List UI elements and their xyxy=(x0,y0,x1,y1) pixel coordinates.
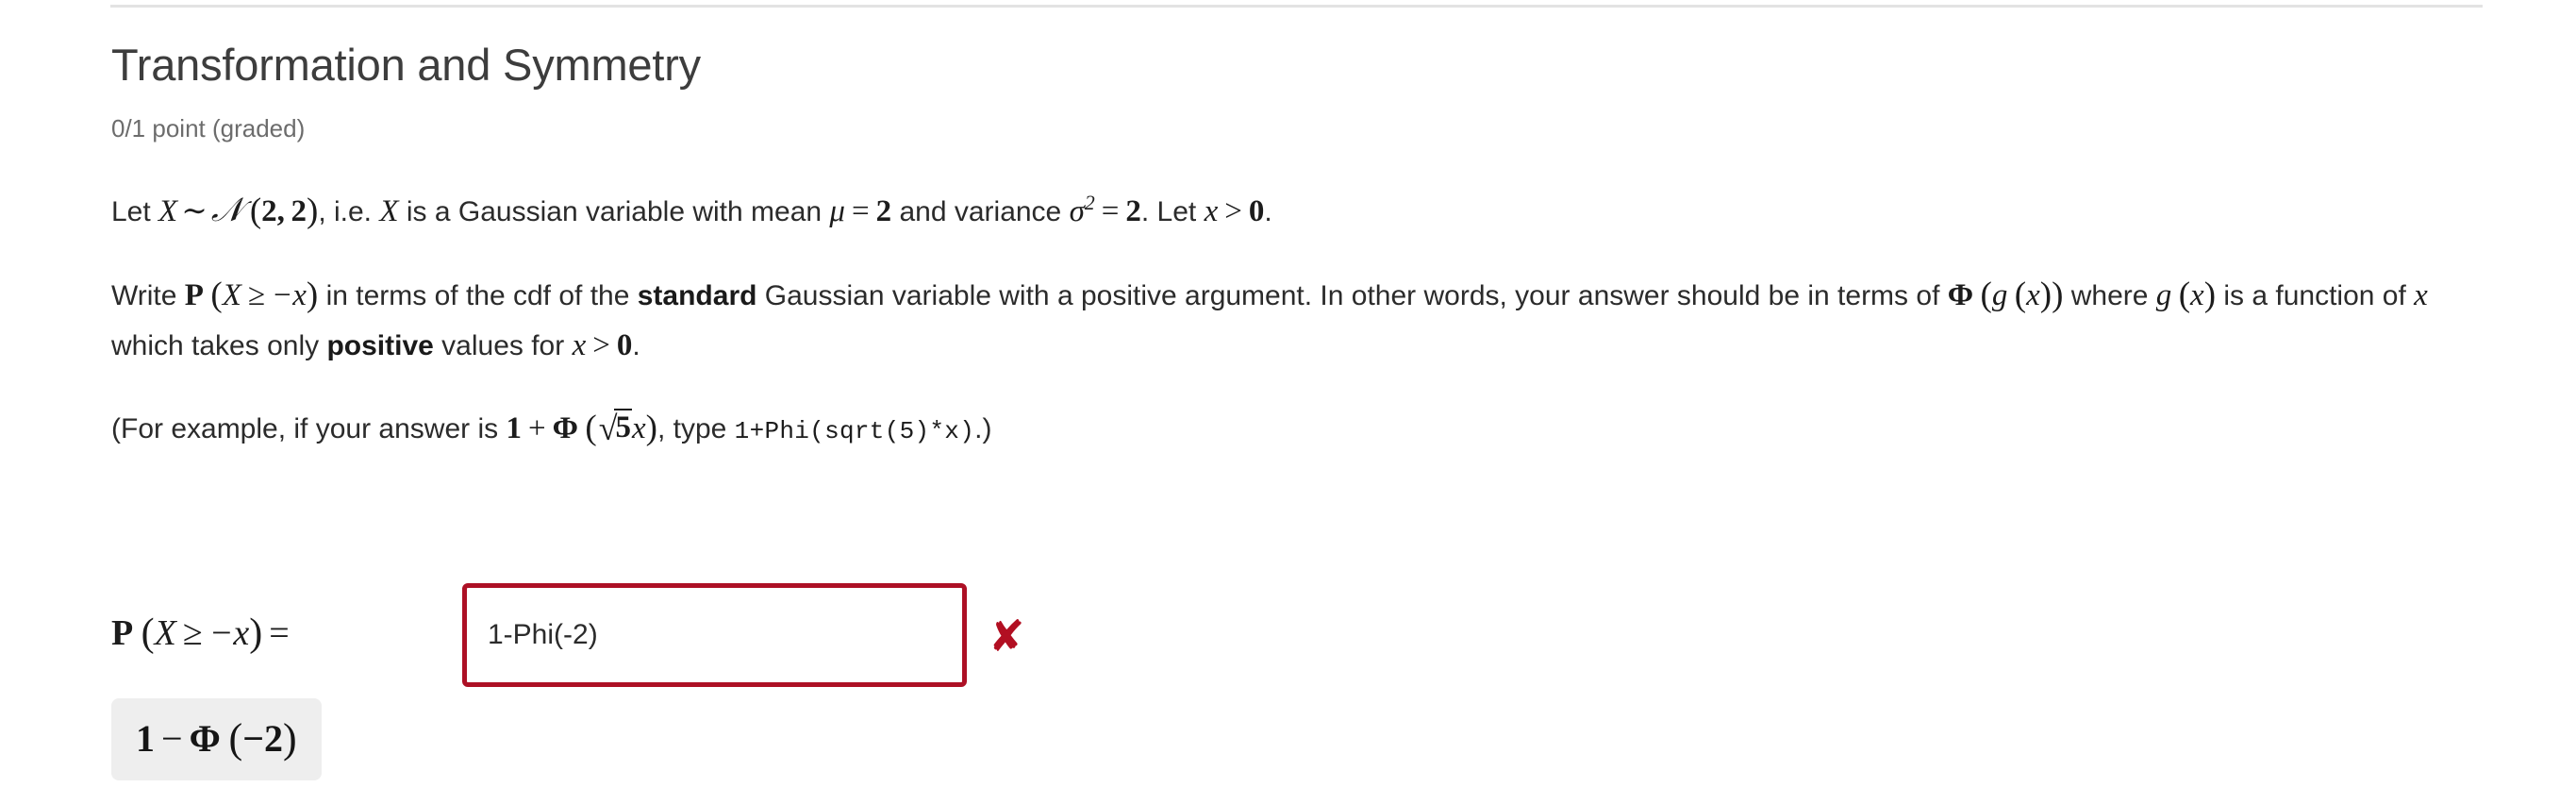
p2-terms: in terms of the cdf of the xyxy=(318,280,638,312)
p1-math-variance: σ2 = 2 xyxy=(1069,191,1141,228)
p2-emphasis-standard: standard xyxy=(637,280,757,312)
p3-math-example: 1 + Φ (√5x) xyxy=(506,408,657,447)
answer-rendered-preview: 1− Φ (−2) xyxy=(111,698,322,780)
p2-write: Write xyxy=(111,280,185,312)
answer-row: P (X≥−x)= ✘ xyxy=(111,583,2375,693)
p1-and: and variance xyxy=(891,195,1070,227)
p2-values-for: values for xyxy=(433,329,573,361)
p2-math-g-of-x: g (x) xyxy=(2155,276,2217,315)
p3-type: , type xyxy=(656,412,735,444)
sqrt-icon: √5 xyxy=(598,408,632,447)
p2-where: where xyxy=(2063,280,2156,312)
p2-math-x: x xyxy=(2414,278,2428,313)
p1-math-mean: μ = 2 xyxy=(829,193,892,228)
p2-end: . xyxy=(632,329,640,361)
answer-label: P (X ≥ −x) = xyxy=(111,611,290,655)
answer-preview-wrapper: 1− Φ (−2) xyxy=(111,698,322,780)
problem-content: Transformation and Symmetry 0/1 point (g… xyxy=(111,0,2488,454)
points-status: 0/1 point (graded) xyxy=(111,113,306,142)
p1-lead: Let xyxy=(111,195,159,227)
incorrect-x-icon: ✘ xyxy=(989,611,1025,662)
page-title: Transformation and Symmetry xyxy=(111,40,701,90)
p2-which-takes: which takes only xyxy=(111,329,327,361)
p2-emphasis-positive: positive xyxy=(326,329,434,361)
statement-paragraph-2: Write P (X ≥ −x) in terms of the cdf of th… xyxy=(111,237,2469,369)
p2-math-x-positive: x >0 xyxy=(572,327,633,362)
answer-input[interactable] xyxy=(462,583,967,687)
p1-math-x-positive: x >0 xyxy=(1204,193,1265,228)
statement-paragraph-3-example: (For example, if your answer is 1 + Φ (√5x… xyxy=(111,370,2488,454)
p1-tail: . Let xyxy=(1140,195,1205,227)
statement-paragraph-1: Let X ∼ 𝒩 (2, 2), i.e. X is a Gaussian var… xyxy=(111,143,2488,237)
p2-is-fn: is a function of xyxy=(2216,280,2415,312)
p3-close: .) xyxy=(974,412,992,444)
problem-page: Transformation and Symmetry 0/1 point (g… xyxy=(0,0,2576,804)
p2-gauss: Gaussian variable with a positive argume… xyxy=(756,280,1948,312)
p2-math-probability: P (X ≥ −x) xyxy=(184,276,319,315)
p1-math-variable: X xyxy=(379,193,399,228)
p3-code-example: 1+Phi(sqrt(5)*x) xyxy=(734,416,975,445)
p1-end: . xyxy=(1264,195,1272,227)
p1-mid: is a Gaussian variable with mean xyxy=(398,195,830,227)
p3-open: (For example, if your answer is xyxy=(111,412,507,444)
p1-after-dist: , i.e. xyxy=(318,195,380,227)
p1-math-distribution: X ∼ 𝒩 (2, 2) xyxy=(158,191,319,230)
p2-math-phi-of-g: Φ (g (x)) xyxy=(1947,276,2064,315)
